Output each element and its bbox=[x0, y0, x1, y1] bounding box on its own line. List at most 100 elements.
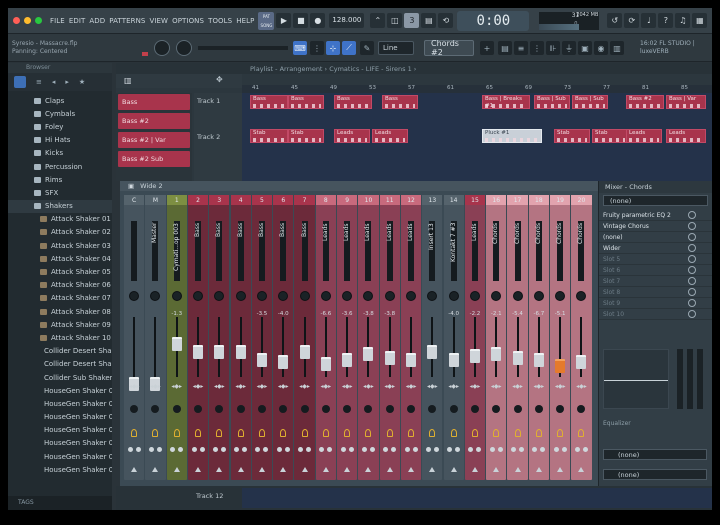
mute-icon[interactable] bbox=[447, 447, 453, 452]
mute-icon[interactable] bbox=[340, 447, 346, 452]
fx-enable-icon[interactable] bbox=[535, 429, 542, 437]
route-arrow-icon[interactable] bbox=[301, 467, 308, 472]
project-info-icon[interactable]: ◉ bbox=[594, 41, 608, 55]
effect-slot[interactable]: Vintage Chorus bbox=[599, 221, 712, 232]
effect-slot[interactable]: Slot 9 bbox=[599, 298, 712, 309]
menu-patterns[interactable]: PATTERNS bbox=[109, 17, 145, 25]
pan-knob[interactable] bbox=[256, 291, 267, 301]
solo-icon[interactable] bbox=[412, 447, 418, 452]
mute-icon[interactable] bbox=[468, 447, 474, 452]
mixer-strip[interactable]: 4 Bass ◂◆▸ bbox=[230, 195, 251, 480]
effect-slot[interactable]: Slot 7 bbox=[599, 276, 712, 287]
solo-icon[interactable] bbox=[327, 447, 333, 452]
solo-icon[interactable] bbox=[284, 447, 290, 452]
song-time-display[interactable]: 0:00 bbox=[457, 10, 530, 31]
stereo-separation-icon[interactable]: ◂◆▸ bbox=[571, 383, 591, 390]
fx-enable-icon[interactable] bbox=[280, 429, 287, 437]
metronome-icon[interactable]: ⌃ bbox=[370, 13, 386, 28]
slot-mix-knob[interactable] bbox=[688, 266, 696, 274]
pan-knob[interactable] bbox=[533, 291, 544, 301]
route-arrow-icon[interactable] bbox=[365, 467, 372, 472]
menu-view[interactable]: VIEW bbox=[149, 17, 168, 25]
mixer-strip[interactable]: 7 Bass ◂◆▸ bbox=[294, 195, 315, 480]
mixer-strip[interactable]: 6 Bass -4.0 ◂◆▸ bbox=[273, 195, 294, 480]
playlist-clip[interactable]: Leads bbox=[334, 129, 370, 143]
route-arrow-icon[interactable] bbox=[173, 467, 180, 472]
fader-handle[interactable] bbox=[448, 353, 459, 367]
stereo-separation-icon[interactable]: ◂◆▸ bbox=[145, 383, 165, 390]
browser-folder[interactable]: Hi Hats bbox=[8, 134, 112, 147]
playlist-clip[interactable]: Bass | Sub bbox=[572, 95, 608, 109]
mute-icon[interactable] bbox=[298, 447, 304, 452]
send-knob[interactable] bbox=[577, 405, 586, 413]
fader-handle[interactable] bbox=[555, 359, 566, 373]
browser-folder[interactable]: Kicks bbox=[8, 147, 112, 160]
tempo-display[interactable]: 128.000 bbox=[329, 13, 365, 28]
effect-slot[interactable]: Wider bbox=[599, 243, 712, 254]
volume-fader[interactable] bbox=[346, 317, 349, 377]
solo-icon[interactable] bbox=[220, 447, 226, 452]
stereo-separation-icon[interactable]: ◂◆▸ bbox=[209, 383, 229, 390]
menu-edit[interactable]: EDIT bbox=[69, 17, 86, 25]
browser-folder[interactable]: Foley bbox=[8, 120, 112, 133]
play-button[interactable]: ▶ bbox=[276, 13, 292, 28]
fx-enable-icon[interactable] bbox=[237, 429, 244, 437]
timeline-ruler[interactable]: 41 45 49 53 57 61 65 69 73 77 81 85 bbox=[242, 85, 712, 93]
fader-handle[interactable] bbox=[363, 347, 374, 361]
pan-knob[interactable] bbox=[150, 291, 161, 301]
solo-icon[interactable] bbox=[369, 447, 375, 452]
master-volume-knob[interactable] bbox=[154, 40, 170, 56]
route-arrow-icon[interactable] bbox=[237, 467, 244, 472]
browser-file[interactable]: Collider Desert Shaker 01 bbox=[8, 345, 112, 358]
fx-enable-icon[interactable] bbox=[365, 429, 372, 437]
browser-file[interactable]: HouseGen Shaker 06 bbox=[8, 450, 112, 463]
mute-icon[interactable] bbox=[255, 447, 261, 452]
playlist-clip[interactable]: Bass bbox=[334, 95, 372, 109]
volume-fader[interactable] bbox=[410, 317, 413, 377]
send-knob[interactable] bbox=[534, 405, 543, 413]
stereo-separation-icon[interactable]: ◂◆▸ bbox=[550, 383, 570, 390]
playlist-tool-icon[interactable]: ✥ bbox=[216, 75, 223, 84]
route-arrow-icon[interactable] bbox=[195, 467, 202, 472]
volume-fader[interactable] bbox=[473, 317, 476, 377]
stereo-separation-icon[interactable]: ◂◆▸ bbox=[465, 383, 485, 390]
pattern-item[interactable]: Bass #2 | Var bbox=[118, 132, 190, 148]
playlist-clip[interactable]: Stab bbox=[592, 129, 628, 143]
fx-enable-icon[interactable] bbox=[493, 429, 500, 437]
fx-enable-icon[interactable] bbox=[195, 429, 202, 437]
maximize-window-button[interactable] bbox=[35, 17, 42, 24]
countdown-icon[interactable]: 3 bbox=[404, 13, 420, 28]
stereo-separation-icon[interactable]: ◂◆▸ bbox=[231, 383, 251, 390]
mixer-strip[interactable]: M Master ◂◆▸ bbox=[145, 195, 166, 480]
route-arrow-icon[interactable] bbox=[280, 467, 287, 472]
pan-knob[interactable] bbox=[129, 291, 140, 301]
mute-icon[interactable] bbox=[383, 447, 389, 452]
fx-enable-icon[interactable] bbox=[344, 429, 351, 437]
send-knob[interactable] bbox=[279, 405, 288, 413]
slot-mix-knob[interactable] bbox=[688, 277, 696, 285]
route-arrow-icon[interactable] bbox=[322, 467, 329, 472]
browser-file[interactable]: HouseGen Shaker 03 bbox=[8, 411, 112, 424]
solo-icon[interactable] bbox=[497, 447, 503, 452]
browser-file[interactable]: Attack Shaker 08 bbox=[8, 305, 112, 318]
solo-icon[interactable] bbox=[582, 447, 588, 452]
send-knob[interactable] bbox=[492, 405, 501, 413]
midi-settings-icon[interactable]: ⟳ bbox=[624, 13, 640, 28]
volume-fader[interactable] bbox=[133, 317, 136, 377]
browser-back-icon[interactable]: ◂ bbox=[52, 78, 56, 86]
solo-icon[interactable] bbox=[263, 447, 269, 452]
rss-icon[interactable]: ▦ bbox=[692, 13, 708, 28]
fx-enable-icon[interactable] bbox=[578, 429, 585, 437]
playlist-clip[interactable]: Bass bbox=[288, 95, 324, 109]
slot-mix-knob[interactable] bbox=[688, 255, 696, 263]
send-knob[interactable] bbox=[257, 405, 266, 413]
browser-folder[interactable]: Rims bbox=[8, 173, 112, 186]
close-window-button[interactable] bbox=[13, 17, 20, 24]
stereo-separation-icon[interactable]: ◂◆▸ bbox=[167, 383, 187, 390]
playlist-clip[interactable]: Bass #2 bbox=[626, 95, 664, 109]
solo-icon[interactable] bbox=[199, 447, 205, 452]
pan-knob[interactable] bbox=[427, 291, 438, 301]
playlist-clip[interactable]: Stab bbox=[554, 129, 590, 143]
browser-window-icon[interactable]: ▣ bbox=[578, 41, 592, 55]
mixer-strip[interactable]: 9 Leads -3.6 ◂◆▸ bbox=[337, 195, 358, 480]
